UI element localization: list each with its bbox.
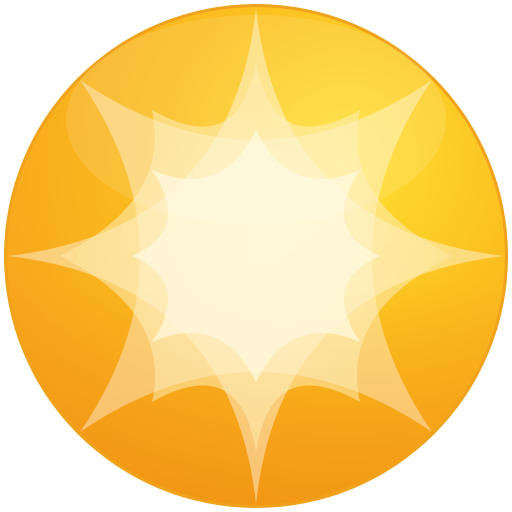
sun-icon xyxy=(4,4,508,508)
sun-icon-canvas xyxy=(0,0,512,512)
sun-gloss-highlight xyxy=(66,15,446,225)
